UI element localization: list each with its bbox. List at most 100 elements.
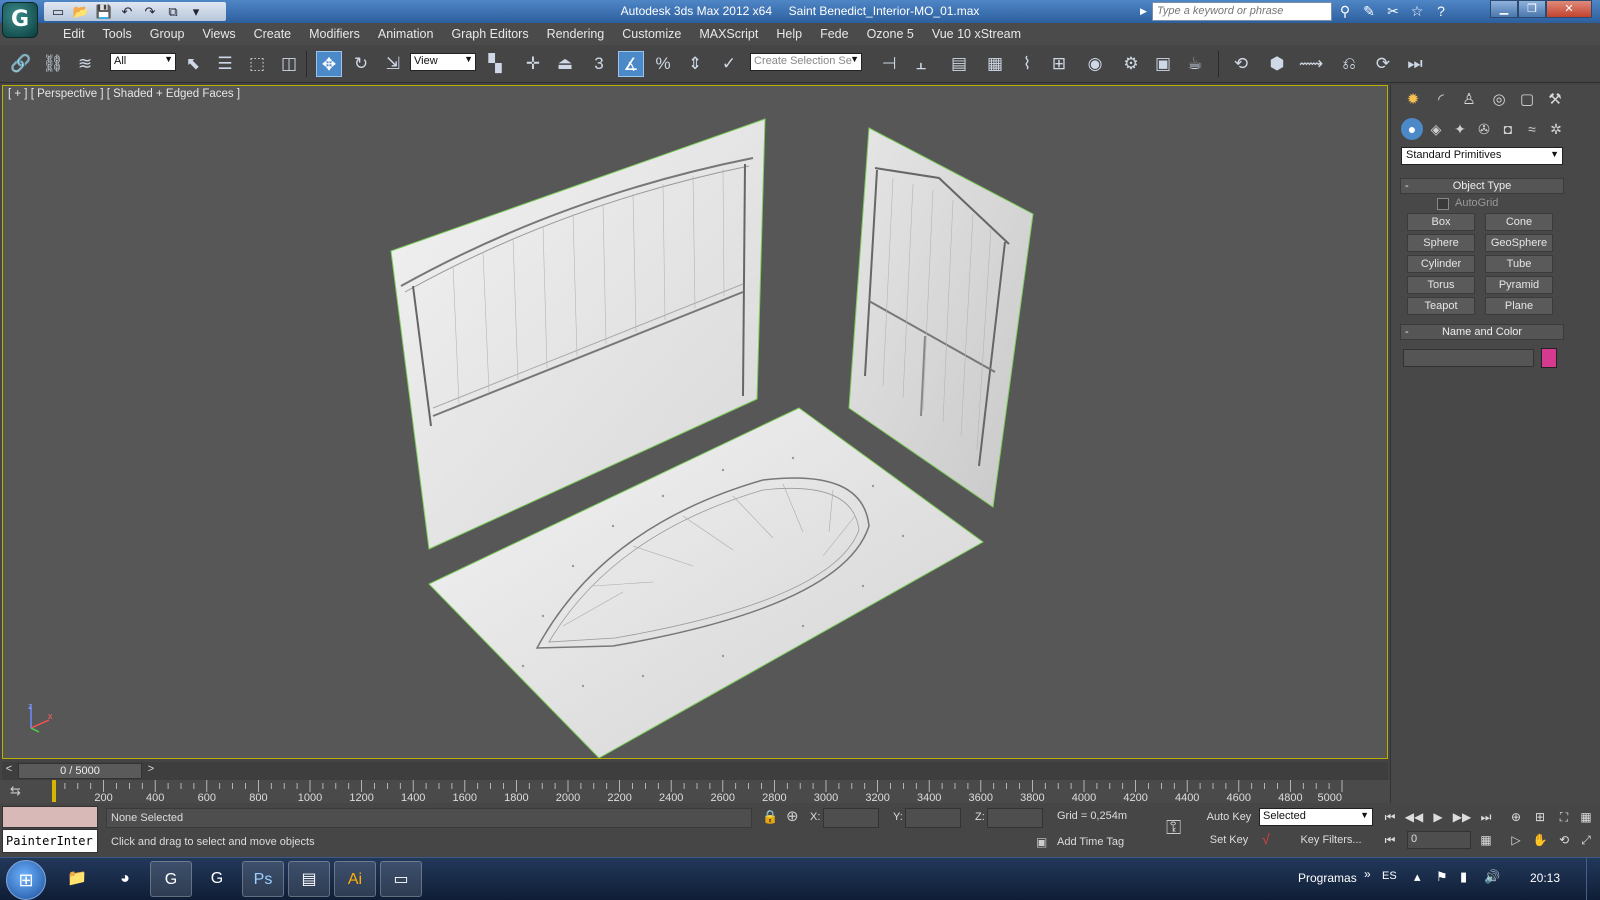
- programs-chevron[interactable]: »: [1364, 867, 1371, 881]
- primitive-geosphere-button[interactable]: GeoSphere: [1485, 234, 1553, 252]
- start-button-icon[interactable]: ⊞: [6, 860, 46, 900]
- subscription-icon[interactable]: ✎: [1360, 1, 1378, 21]
- search-expand-icon[interactable]: ▶: [1140, 2, 1152, 21]
- volume-icon[interactable]: 🔊: [1484, 869, 1500, 885]
- graphite-ribbon-icon[interactable]: ▦: [982, 51, 1008, 77]
- name-and-color-rollout[interactable]: - Name and Color: [1400, 324, 1564, 340]
- save-file-icon[interactable]: 💾: [94, 3, 114, 20]
- primitive-box-button[interactable]: Box: [1407, 213, 1475, 231]
- menu-animation[interactable]: Animation: [369, 23, 443, 45]
- rectangle-selection-icon[interactable]: ⬚: [244, 51, 270, 77]
- favorites-star-icon[interactable]: ☆: [1408, 1, 1426, 21]
- curve-editor-icon[interactable]: ⌇: [1014, 51, 1040, 77]
- utilities-tab-icon[interactable]: ⚒: [1543, 88, 1567, 112]
- plugin-tool-3-icon[interactable]: ⟿: [1298, 51, 1324, 77]
- set-key-button[interactable]: Set Key: [1204, 831, 1254, 850]
- object-type-rollout[interactable]: - Object Type: [1400, 178, 1564, 194]
- modify-tab-icon[interactable]: ◜: [1429, 88, 1453, 112]
- select-by-name-icon[interactable]: ☰: [212, 51, 238, 77]
- systems-icon[interactable]: ✲: [1545, 118, 1567, 140]
- undo-icon[interactable]: ↶: [117, 3, 137, 20]
- menu-modifiers[interactable]: Modifiers: [300, 23, 369, 45]
- select-and-move-icon[interactable]: ✥: [316, 51, 342, 77]
- snap-toggle-icon[interactable]: 3: [586, 51, 612, 77]
- time-tag-icon[interactable]: ▣: [1036, 835, 1047, 849]
- plugin-tool-4-icon[interactable]: ⎌: [1336, 51, 1362, 77]
- system-clock[interactable]: 20:13: [1530, 871, 1560, 885]
- time-slider-prev-button[interactable]: <: [2, 763, 16, 779]
- keyboard-shortcut-override-icon[interactable]: ⏏: [552, 51, 578, 77]
- display-tab-icon[interactable]: ▢: [1515, 88, 1539, 112]
- unlink-icon[interactable]: ⛓: [40, 51, 66, 77]
- absolute-mode-icon[interactable]: ⊕: [786, 807, 799, 825]
- zoom-extents-icon[interactable]: ⛶: [1554, 808, 1574, 826]
- primitive-cylinder-button[interactable]: Cylinder: [1407, 255, 1475, 273]
- rendered-frame-window-icon[interactable]: ▣: [1150, 51, 1176, 77]
- zoom-extents-all-icon[interactable]: ▦: [1576, 808, 1596, 826]
- communication-icon[interactable]: ✂: [1384, 1, 1402, 21]
- geometry-icon[interactable]: ●: [1401, 118, 1423, 140]
- pivot-center-icon[interactable]: ▚: [482, 51, 508, 77]
- menu-ozone-5[interactable]: Ozone 5: [858, 23, 923, 45]
- select-object-icon[interactable]: ⬉: [180, 51, 206, 77]
- binoculars-icon[interactable]: ⚲: [1336, 1, 1354, 21]
- previous-frame-icon[interactable]: ◀◀: [1404, 808, 1424, 826]
- x-coord-field[interactable]: [823, 808, 879, 828]
- 3dsmax-task-icon[interactable]: G: [150, 861, 192, 897]
- go-to-end-icon[interactable]: ⏭: [1476, 808, 1496, 826]
- link-icon[interactable]: 🔗: [8, 51, 34, 77]
- menu-maxscript[interactable]: MAXScript: [690, 23, 767, 45]
- layer-manager-icon[interactable]: ▤: [946, 51, 972, 77]
- current-frame-field[interactable]: 0: [1407, 831, 1471, 849]
- action-center-flag-icon[interactable]: ⚑: [1436, 869, 1448, 885]
- primitive-category-dropdown[interactable]: Standard Primitives ▼: [1401, 147, 1563, 165]
- space-warps-icon[interactable]: ≈: [1521, 118, 1543, 140]
- viewport-label[interactable]: [ + ] [ Perspective ] [ Shaded + Edged F…: [8, 88, 240, 100]
- 3dsmax-logo-icon[interactable]: G: [2, 2, 38, 38]
- create-tab-icon[interactable]: ✹: [1401, 88, 1425, 112]
- key-filters-button[interactable]: Key Filters...: [1292, 831, 1370, 850]
- time-slider-next-button[interactable]: >: [144, 763, 158, 779]
- pan-view-icon[interactable]: ✋: [1530, 831, 1550, 849]
- open-file-icon[interactable]: 📂: [71, 3, 91, 20]
- window-task-icon[interactable]: ▭: [380, 861, 422, 897]
- time-slider-thumb[interactable]: 0 / 5000: [18, 763, 142, 779]
- object-color-swatch[interactable]: [1541, 348, 1557, 368]
- set-keys-key-icon[interactable]: ⚿: [1166, 817, 1181, 840]
- show-desktop-button[interactable]: [1586, 858, 1600, 900]
- plugin-tool-6-icon[interactable]: ⏭: [1402, 51, 1428, 77]
- menu-edit[interactable]: Edit: [54, 23, 94, 45]
- menu-vue-10-xstream[interactable]: Vue 10 xStream: [923, 23, 1030, 45]
- scene-canvas[interactable]: [3, 86, 1388, 759]
- bind-space-warp-icon[interactable]: ≋: [72, 51, 98, 77]
- maximize-viewport-icon[interactable]: ⤢: [1576, 831, 1596, 849]
- menu-help[interactable]: Help: [767, 23, 811, 45]
- chrome-task-icon[interactable]: ◕: [104, 861, 146, 897]
- spinner-snap-icon[interactable]: ⇕: [682, 51, 708, 77]
- menu-group[interactable]: Group: [141, 23, 194, 45]
- project-folder-icon[interactable]: ⧉: [163, 3, 183, 20]
- hierarchy-tab-icon[interactable]: ♙: [1457, 88, 1481, 112]
- object-name-input[interactable]: [1403, 349, 1534, 367]
- help-icon[interactable]: ?: [1432, 1, 1450, 21]
- select-manipulate-icon[interactable]: ✛: [520, 51, 546, 77]
- select-and-rotate-icon[interactable]: ↻: [348, 51, 374, 77]
- right-wall-plane[interactable]: [848, 127, 1034, 508]
- lights-icon[interactable]: ✦: [1449, 118, 1471, 140]
- angle-snap-icon[interactable]: ∡: [618, 51, 644, 77]
- qat-dropdown-icon[interactable]: ▾: [186, 3, 206, 20]
- y-coord-field[interactable]: [905, 808, 961, 828]
- perspective-viewport[interactable]: [ + ] [ Perspective ] [ Shaded + Edged F…: [2, 85, 1388, 759]
- zoom-all-icon[interactable]: ⊞: [1530, 808, 1550, 826]
- plugin-tool-2-icon[interactable]: ⬢: [1264, 51, 1290, 77]
- current-frame-marker[interactable]: [52, 780, 56, 802]
- primitive-torus-button[interactable]: Torus: [1407, 276, 1475, 294]
- field-of-view-icon[interactable]: ▷: [1506, 831, 1526, 849]
- reference-coordinate-dropdown[interactable]: View ▼: [410, 53, 476, 71]
- play-icon[interactable]: ▶: [1428, 808, 1448, 826]
- window-crossing-icon[interactable]: ◫: [276, 51, 302, 77]
- selection-filter-dropdown[interactable]: All ▼: [110, 53, 176, 71]
- select-and-scale-icon[interactable]: ⇲: [380, 51, 406, 77]
- shapes-icon[interactable]: ◈: [1425, 118, 1447, 140]
- render-production-icon[interactable]: ☕: [1182, 51, 1208, 77]
